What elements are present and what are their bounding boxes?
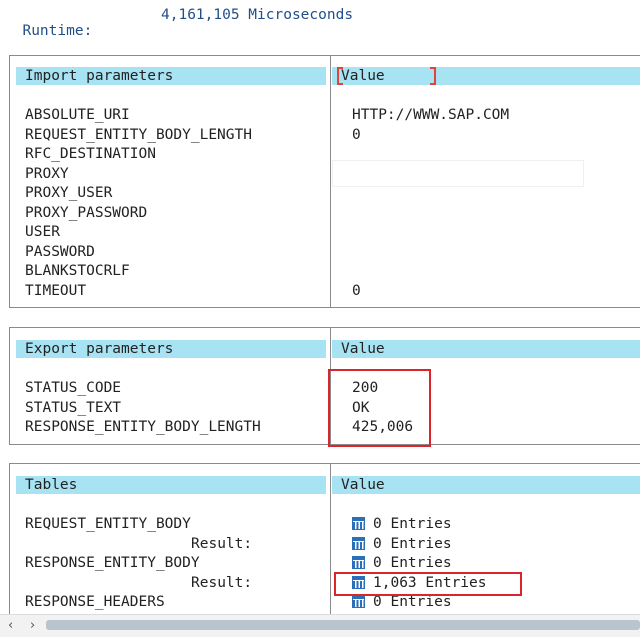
table-name: RESPONSE_HEADERS [25,594,165,610]
param-name: REQUEST_ENTITY_BODY_LENGTH [25,126,252,143]
table-row: BLANKSTOCRLF [25,262,130,281]
cursor-bracket-left [337,67,343,85]
table-row: STATUS_TEXT OK [25,399,369,418]
param-name: BLANKSTOCRLF [25,263,130,279]
import-header-name: Import parameters [16,67,326,85]
param-name: PASSWORD [25,243,95,260]
runtime-value: 4,161,105 Microseconds [161,7,354,23]
column-divider [330,56,331,307]
table-row: Result: 0 Entries [191,535,452,554]
table-entries[interactable]: 0 Entries [373,594,452,610]
table-row: RESPONSE_HEADERS 0 Entries [25,593,452,612]
table-grid-icon[interactable] [352,536,365,550]
param-name: PROXY [25,165,69,182]
table-row: RESPONSE_ENTITY_BODY_LENGTH 425,006 [25,418,413,437]
tables-panel: Tables Value REQUEST_ENTITY_BODY 0 Entrie… [9,463,640,623]
cursor-bracket-right [430,67,436,85]
table-row: RFC_DESTINATION [25,145,156,164]
param-name: PROXY_USER [25,185,113,201]
table-row: PROXY [25,165,69,184]
result-entries-highlight [334,572,522,596]
table-row: ABSOLUTE_URI HTTP://WWW.SAP.COM [25,106,509,125]
param-name: RESPONSE_ENTITY_BODY_LENGTH [25,419,261,435]
import-header: Import parameters Value [16,67,640,85]
chevron-right-icon[interactable]: › [30,618,35,633]
table-entries-link[interactable]: 0 Entries [352,554,452,573]
export-header-value: Value [332,340,640,358]
table-name: REQUEST_ENTITY_BODY [25,516,191,532]
table-name: RESPONSE_ENTITY_BODY [25,555,200,571]
table-row: USER [25,223,60,242]
horizontal-scrollbar[interactable]: ‹ › [0,614,640,637]
scrollbar-thumb[interactable] [46,620,640,630]
runtime-line: Runtime: 4,161,105 Microseconds [5,7,353,55]
table-entries[interactable]: 0 Entries [373,516,452,532]
table-row: TIMEOUT 0 [25,282,361,301]
export-header: Export parameters Value [16,340,640,358]
table-row: REQUEST_ENTITY_BODY_LENGTH 0 [25,126,361,145]
export-header-name: Export parameters [16,340,326,358]
import-header-value[interactable]: Value [332,67,640,85]
table-grid-icon[interactable] [352,517,365,530]
export-values-highlight [328,369,431,447]
param-name: STATUS_TEXT [25,399,122,416]
table-entries[interactable]: 0 Entries [373,536,452,552]
table-entries[interactable]: 0 Entries [373,555,452,571]
param-name: PROXY_PASSWORD [25,204,148,221]
table-row: Result: 1,063 Entries [191,574,487,593]
export-parameters-panel: Export parameters Value STATUS_CODE 200 S… [9,327,640,447]
table-row: PROXY_PASSWORD [25,204,147,223]
param-name: STATUS_CODE [25,380,122,396]
proxy-input-field[interactable] [332,160,584,187]
result-label: Result: [191,535,253,552]
result-label: Result: [191,574,253,591]
param-value[interactable]: 0 [352,282,361,301]
table-row: REQUEST_ENTITY_BODY 0 Entries [25,515,452,534]
table-entries-link[interactable]: 0 Entries [352,535,452,554]
table-row: PASSWORD [25,243,95,262]
param-name: ABSOLUTE_URI [25,107,130,123]
table-entries-link[interactable]: 0 Entries [352,515,452,534]
chevron-left-icon[interactable]: ‹ [8,618,13,633]
table-grid-icon[interactable] [352,556,365,569]
param-name: USER [25,224,60,240]
table-row: RESPONSE_ENTITY_BODY 0 Entries [25,554,452,573]
param-name: TIMEOUT [25,282,87,299]
tables-header-value: Value [332,476,640,494]
table-grid-icon[interactable] [352,595,365,608]
runtime-label: Runtime: [22,23,93,39]
param-value[interactable]: HTTP://WWW.SAP.COM [352,106,509,125]
param-name: RFC_DESTINATION [25,146,156,162]
table-row: STATUS_CODE 200 [25,379,378,398]
tables-header: Tables Value [16,476,640,494]
param-value[interactable]: 0 [352,126,361,145]
table-row: PROXY_USER [25,184,112,203]
import-parameters-panel: Import parameters Value ABSOLUTE_URI HTTP… [9,55,640,308]
tables-header-name: Tables [16,476,326,494]
